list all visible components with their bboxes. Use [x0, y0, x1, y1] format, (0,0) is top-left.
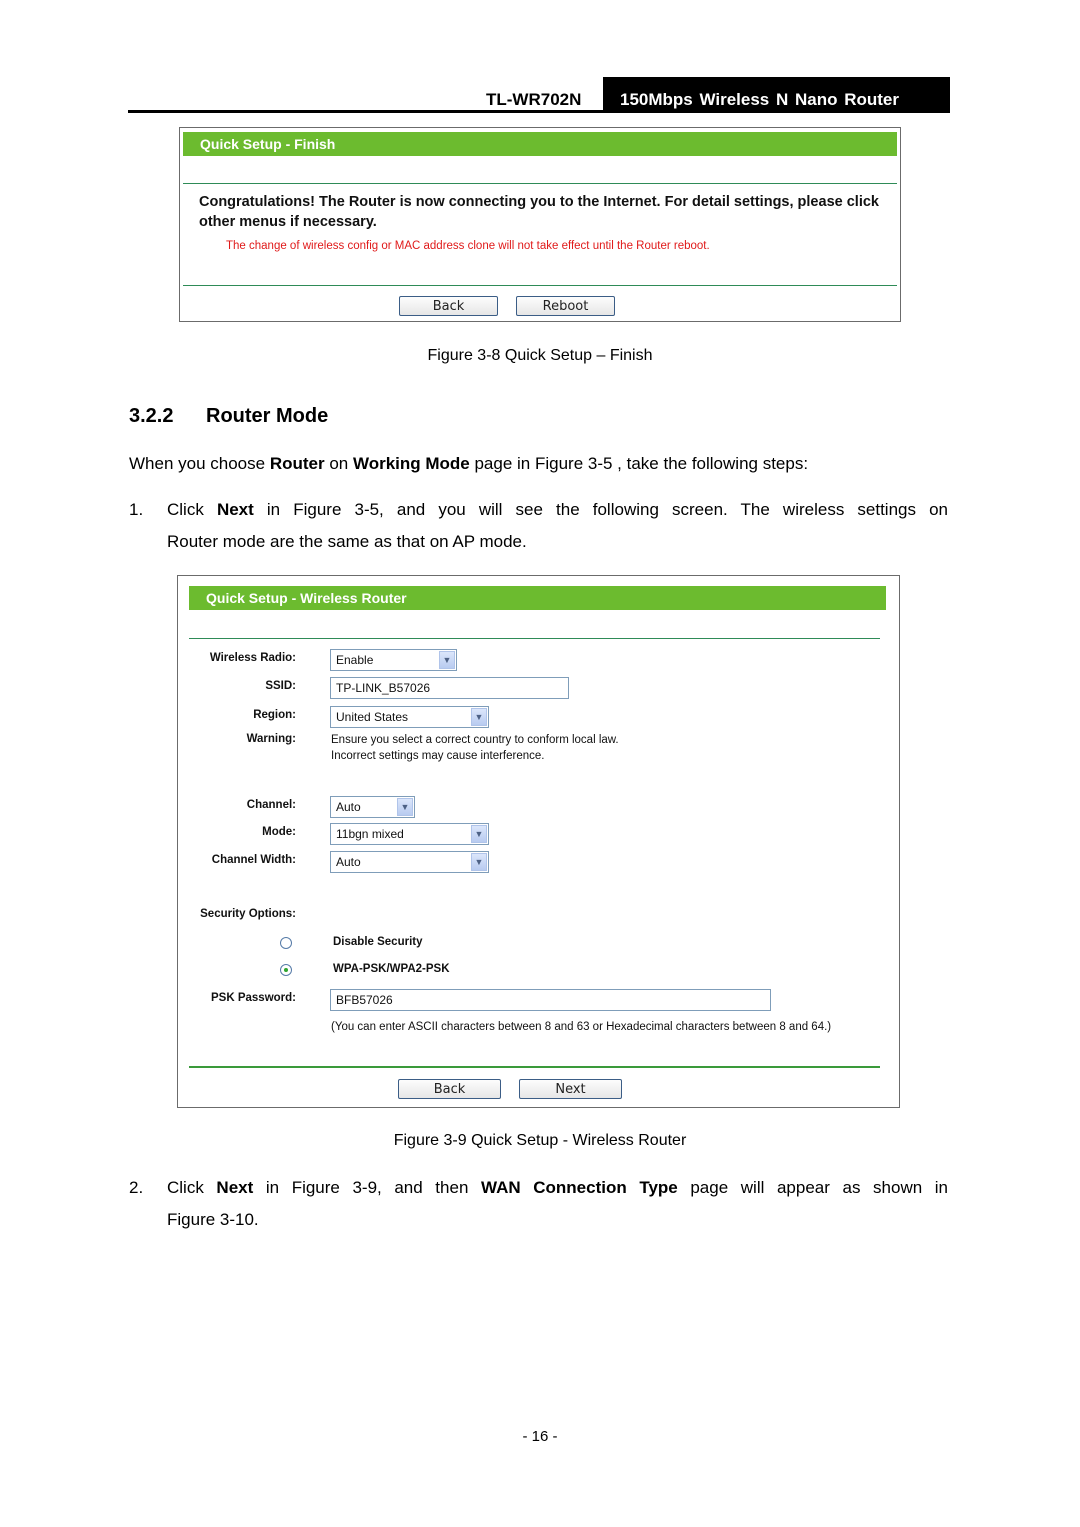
mode-value: 11bgn mixed: [336, 827, 404, 841]
intro-paragraph: When you choose Router on Working Mode p…: [129, 448, 949, 480]
region-select[interactable]: United States ▼: [330, 706, 489, 728]
ssid-label: SSID:: [265, 680, 296, 692]
wireless-panel-title: Quick Setup - Wireless Router: [189, 586, 886, 610]
step-1-line-1: Click Next in Figure 3-5, and you will s…: [167, 494, 948, 526]
text-bold: Working Mode: [352, 454, 470, 473]
chevron-down-icon[interactable]: ▼: [397, 798, 413, 816]
security-options-label: Security Options:: [200, 908, 296, 920]
text: Click: [167, 1178, 217, 1197]
psk-password-input[interactable]: BFB57026: [330, 989, 771, 1011]
figure-caption-3-8: Figure 3-8 Quick Setup – Finish: [427, 347, 653, 364]
header-rule: [128, 110, 950, 113]
chevron-down-icon[interactable]: ▼: [471, 853, 487, 871]
channel-value: Auto: [336, 800, 361, 814]
step-2-line-1: Click Next in Figure 3-9, and then WAN C…: [167, 1172, 948, 1204]
section-number: 3.2.2: [129, 405, 174, 427]
wireless-radio-label: Wireless Radio:: [209, 652, 296, 664]
region-label: Region:: [253, 709, 296, 721]
radio-disable-security[interactable]: [280, 937, 292, 949]
text: in Figure 3-9, and then: [253, 1178, 481, 1197]
figure-caption-3-9: Figure 3-9 Quick Setup - Wireless Router: [393, 1132, 687, 1149]
next-button[interactable]: Next: [519, 1079, 622, 1099]
finish-divider-top: [183, 183, 897, 184]
text-bold: Next: [216, 500, 254, 519]
warning-text-line-2: Incorrect settings may cause interferenc…: [331, 750, 545, 762]
wireless-divider-top: [189, 638, 880, 639]
text: page in Figure 3-5 , take the following …: [469, 454, 809, 473]
step-1-number: 1.: [129, 500, 144, 519]
text: on: [324, 454, 353, 473]
text: Click: [167, 500, 217, 519]
back-button[interactable]: Back: [399, 296, 498, 316]
radio-wpa-psk[interactable]: [280, 964, 292, 976]
wpa-psk-label: WPA-PSK/WPA2-PSK: [333, 963, 450, 975]
channel-select[interactable]: Auto ▼: [330, 796, 415, 818]
disable-security-label: Disable Security: [333, 936, 423, 948]
wireless-radio-select[interactable]: Enable ▼: [330, 649, 457, 671]
finish-divider-bottom: [183, 285, 897, 286]
section-heading: 3.2.2 Router Mode: [129, 405, 328, 428]
reboot-button[interactable]: Reboot: [516, 296, 615, 316]
section-title: Router Mode: [206, 405, 329, 427]
finish-message: Congratulations! The Router is now conne…: [199, 194, 879, 230]
step-1-line-2: Router mode are the same as that on AP m…: [167, 532, 527, 551]
mode-select[interactable]: 11bgn mixed ▼: [330, 823, 489, 845]
psk-password-label: PSK Password:: [211, 992, 296, 1004]
channel-width-select[interactable]: Auto ▼: [330, 851, 489, 873]
channel-width-value: Auto: [336, 855, 361, 869]
warning-text-line-1: Ensure you select a correct country to c…: [331, 734, 619, 746]
text-bold: Next: [216, 1178, 254, 1197]
chevron-down-icon[interactable]: ▼: [471, 708, 487, 726]
chevron-down-icon[interactable]: ▼: [439, 651, 455, 669]
header-product: 150Mbps Wireless N Nano Router: [603, 77, 950, 112]
region-value: United States: [336, 710, 409, 724]
header-model: TL-WR702N: [486, 90, 582, 109]
wireless-divider-bottom: [189, 1066, 880, 1068]
psk-password-hint: (You can enter ASCII characters between …: [331, 1021, 832, 1033]
finish-reboot-warning: The change of wireless config or MAC add…: [226, 240, 710, 252]
finish-panel-title: Quick Setup - Finish: [183, 132, 897, 156]
back-button[interactable]: Back: [398, 1079, 501, 1099]
step-2-line-2: Figure 3-10.: [167, 1210, 259, 1229]
step-2-number: 2.: [129, 1178, 144, 1197]
text: in Figure 3-5, and you will see the foll…: [253, 500, 948, 519]
mode-label: Mode:: [262, 826, 296, 838]
text: When you choose: [129, 454, 270, 473]
text-bold: Router: [269, 454, 325, 473]
wireless-radio-value: Enable: [336, 653, 374, 667]
text: page will appear as shown in: [677, 1178, 948, 1197]
warning-label: Warning:: [246, 733, 296, 745]
channel-label: Channel:: [246, 799, 296, 811]
chevron-down-icon[interactable]: ▼: [471, 825, 487, 843]
channel-width-label: Channel Width:: [211, 854, 296, 866]
page-number: - 16 -: [522, 1428, 558, 1445]
text-bold: WAN Connection Type: [481, 1178, 678, 1197]
ssid-input[interactable]: TP-LINK_B57026: [330, 677, 569, 699]
